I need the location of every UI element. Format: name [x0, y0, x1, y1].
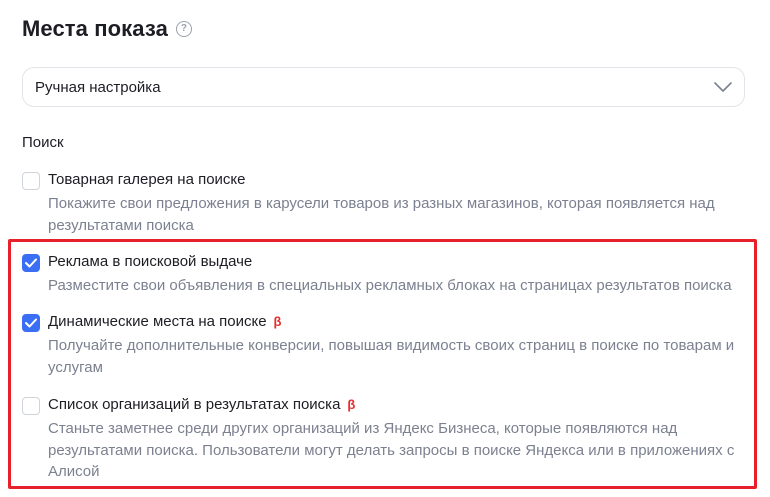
option-title-text: Динамические места на поиске [48, 313, 267, 330]
placement-mode-value: Ручная настройка [35, 78, 161, 96]
beta-badge: β [347, 397, 356, 412]
checkmark-icon [25, 258, 37, 268]
checkbox-organizations-list[interactable] [22, 397, 40, 415]
option-title-text: Список организаций в результатах поиска [48, 396, 341, 413]
checkbox-search-ads[interactable] [22, 254, 40, 272]
option-description: Станьте заметнее среди других организаци… [48, 420, 735, 480]
checkmark-icon [25, 318, 37, 328]
page-title: Места показа [22, 16, 168, 41]
section-label-search: Поиск [22, 134, 64, 151]
beta-badge: β [273, 314, 282, 329]
chevron-down-icon [714, 82, 732, 92]
option-title: Реклама в поисковой выдаче [48, 253, 252, 270]
option-title: Динамические места на поиске β [48, 313, 281, 330]
option-title-text: Реклама в поисковой выдаче [48, 253, 253, 270]
checkbox-dynamic-places[interactable] [22, 314, 40, 332]
option-title: Товарная галерея на поиске [48, 171, 246, 188]
option-description: Получайте дополнительные конверсии, повы… [48, 337, 735, 376]
option-description: Покажите свои предложения в карусели тов… [48, 195, 715, 234]
checkbox-product-gallery[interactable] [22, 172, 40, 190]
option-description: Разместите свои объявления в специальных… [48, 277, 732, 294]
option-title: Список организаций в результатах поиска … [48, 396, 355, 413]
placements-panel: Места показа ? Ручная настройка Поиск То… [0, 0, 770, 497]
placement-mode-select[interactable]: Ручная настройка [22, 67, 745, 107]
option-title-text: Товарная галерея на поиске [48, 171, 246, 188]
title-row: Места показа ? [22, 16, 192, 42]
help-icon[interactable]: ? [175, 21, 192, 37]
